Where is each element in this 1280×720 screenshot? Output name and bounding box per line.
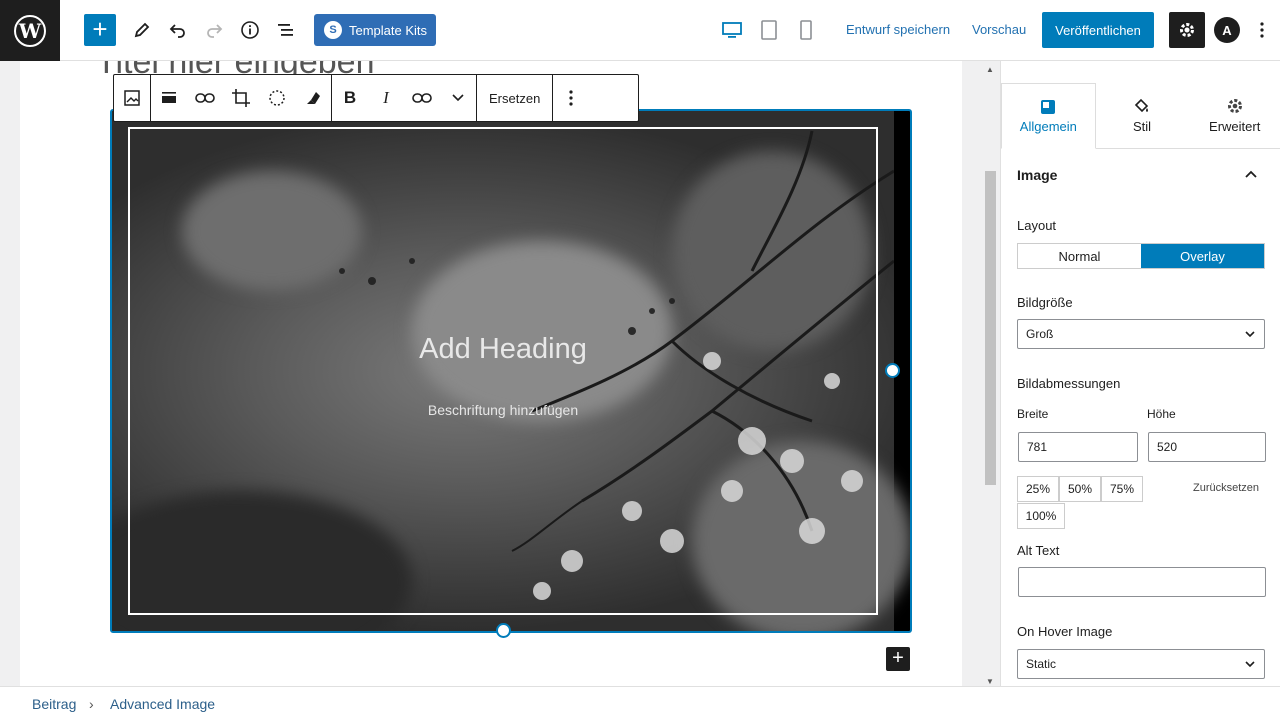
tablet-preview-icon[interactable]: [753, 14, 785, 46]
hover-image-select[interactable]: Static: [1017, 649, 1265, 679]
italic-icon[interactable]: I: [368, 75, 404, 121]
duotone-icon[interactable]: [259, 75, 295, 121]
width-input[interactable]: 781: [1018, 432, 1138, 462]
list-view-icon[interactable]: [270, 14, 302, 46]
chevron-right-icon: ›: [89, 696, 94, 712]
settings-button[interactable]: [1169, 12, 1205, 48]
size-50-button[interactable]: 50%: [1059, 476, 1101, 502]
image-size-label: Bildgröße: [1017, 295, 1073, 310]
astra-logo-button[interactable]: A: [1214, 17, 1240, 43]
scrollbar-thumb[interactable]: [985, 171, 996, 485]
info-icon[interactable]: [234, 14, 266, 46]
reset-size-button[interactable]: Zurücksetzen: [1193, 482, 1259, 494]
alt-text-label: Alt Text: [1017, 543, 1060, 558]
desktop-preview-icon[interactable]: [716, 14, 748, 46]
block-toolbar: B I Ersetzen: [113, 74, 639, 122]
height-label: Höhe: [1147, 407, 1176, 421]
scroll-down-icon[interactable]: ▼: [986, 677, 994, 686]
editor-canvas: Titel hier eingeben Add Heading Beschrif…: [20, 61, 962, 686]
more-options-button[interactable]: [1252, 14, 1272, 46]
chevron-down-icon: [1245, 331, 1255, 338]
gear-icon: [1180, 23, 1194, 37]
height-input[interactable]: 520: [1148, 432, 1266, 462]
publish-button[interactable]: Veröffentlichen: [1042, 12, 1154, 48]
advanced-image-block[interactable]: Add Heading Beschriftung hinzufügen: [110, 109, 912, 633]
image-size-select[interactable]: Groß: [1017, 319, 1265, 349]
hover-image-value: Static: [1026, 657, 1057, 671]
editor-top-bar: W + S Template Kits Entwurf speichern Vo…: [0, 0, 1280, 61]
size-75-button[interactable]: 75%: [1101, 476, 1143, 502]
canvas-scrollbar[interactable]: ▲ ▼: [983, 61, 997, 686]
tab-advanced[interactable]: Erweitert: [1188, 83, 1280, 148]
layout-toggle: Normal Overlay: [1017, 243, 1265, 269]
gear-icon: [1227, 99, 1242, 113]
tools-pencil-icon[interactable]: [126, 14, 158, 46]
editor-canvas-area: Titel hier eingeben Add Heading Beschrif…: [0, 61, 1000, 686]
append-block-button[interactable]: +: [886, 647, 910, 671]
wordpress-icon: W: [14, 14, 46, 47]
breadcrumb-item-post[interactable]: Beitrag: [32, 696, 76, 712]
settings-sidebar: Allgemein Stil Erweitert Image Layout No…: [1000, 61, 1280, 686]
image-caption[interactable]: Beschriftung hinzufügen: [112, 402, 894, 418]
undo-icon[interactable]: [162, 14, 194, 46]
overlay-frame: [128, 127, 878, 615]
redo-icon[interactable]: [198, 14, 230, 46]
panel-title[interactable]: Image: [1017, 167, 1057, 183]
dimensions-label: Bildabmessungen: [1017, 376, 1121, 391]
resize-handle-right[interactable]: [885, 363, 900, 378]
size-25-button[interactable]: 25%: [1017, 476, 1059, 502]
bold-icon[interactable]: B: [332, 75, 368, 121]
add-block-button[interactable]: +: [84, 14, 116, 46]
layout-option-overlay[interactable]: Overlay: [1141, 244, 1264, 268]
highlighter-icon[interactable]: [295, 75, 331, 121]
tab-label: Erweitert: [1209, 119, 1261, 134]
image-size-value: Groß: [1026, 327, 1054, 341]
image-heading[interactable]: Add Heading: [112, 333, 894, 366]
block-options-button[interactable]: [553, 75, 589, 121]
wordpress-logo-button[interactable]: W: [0, 0, 60, 61]
chevron-up-icon[interactable]: [1245, 167, 1257, 181]
sidebar-tabs: Allgemein Stil Erweitert: [1001, 83, 1280, 149]
image-block-icon[interactable]: [114, 75, 150, 121]
resize-handle-bottom[interactable]: [496, 623, 511, 638]
text-link-icon[interactable]: [404, 75, 440, 121]
template-kits-button[interactable]: S Template Kits: [314, 14, 436, 46]
layout-icon: [1041, 99, 1056, 114]
save-draft-button[interactable]: Entwurf speichern: [846, 22, 950, 37]
tab-style[interactable]: Stil: [1096, 83, 1189, 148]
align-icon[interactable]: [151, 75, 187, 121]
layout-label: Layout: [1017, 218, 1057, 233]
template-kits-label: Template Kits: [349, 22, 428, 38]
breadcrumb: Beitrag › Advanced Image: [0, 686, 1280, 720]
vertical-ellipsis-icon: [1260, 22, 1264, 38]
tab-label: Stil: [1132, 119, 1152, 134]
template-kits-icon: S: [324, 21, 342, 39]
chevron-down-icon: [1245, 661, 1255, 668]
crop-icon[interactable]: [223, 75, 259, 121]
paint-bucket-icon: [1134, 98, 1149, 113]
scroll-up-icon[interactable]: ▲: [986, 65, 994, 74]
vertical-ellipsis-icon: [569, 90, 573, 106]
mobile-preview-icon[interactable]: [790, 14, 822, 46]
tab-general[interactable]: Allgemein: [1001, 83, 1096, 149]
layout-option-normal[interactable]: Normal: [1018, 244, 1141, 268]
preview-button[interactable]: Vorschau: [972, 22, 1026, 37]
size-100-button[interactable]: 100%: [1017, 503, 1065, 529]
alt-text-input[interactable]: [1018, 567, 1266, 597]
tab-label: Allgemein: [1019, 118, 1077, 134]
replace-button[interactable]: Ersetzen: [477, 75, 552, 121]
hover-image-label: On Hover Image: [1017, 624, 1113, 639]
chevron-down-icon[interactable]: [440, 75, 476, 121]
width-label: Breite: [1017, 407, 1049, 421]
breadcrumb-item-block[interactable]: Advanced Image: [110, 696, 215, 712]
link-icon[interactable]: [187, 75, 223, 121]
